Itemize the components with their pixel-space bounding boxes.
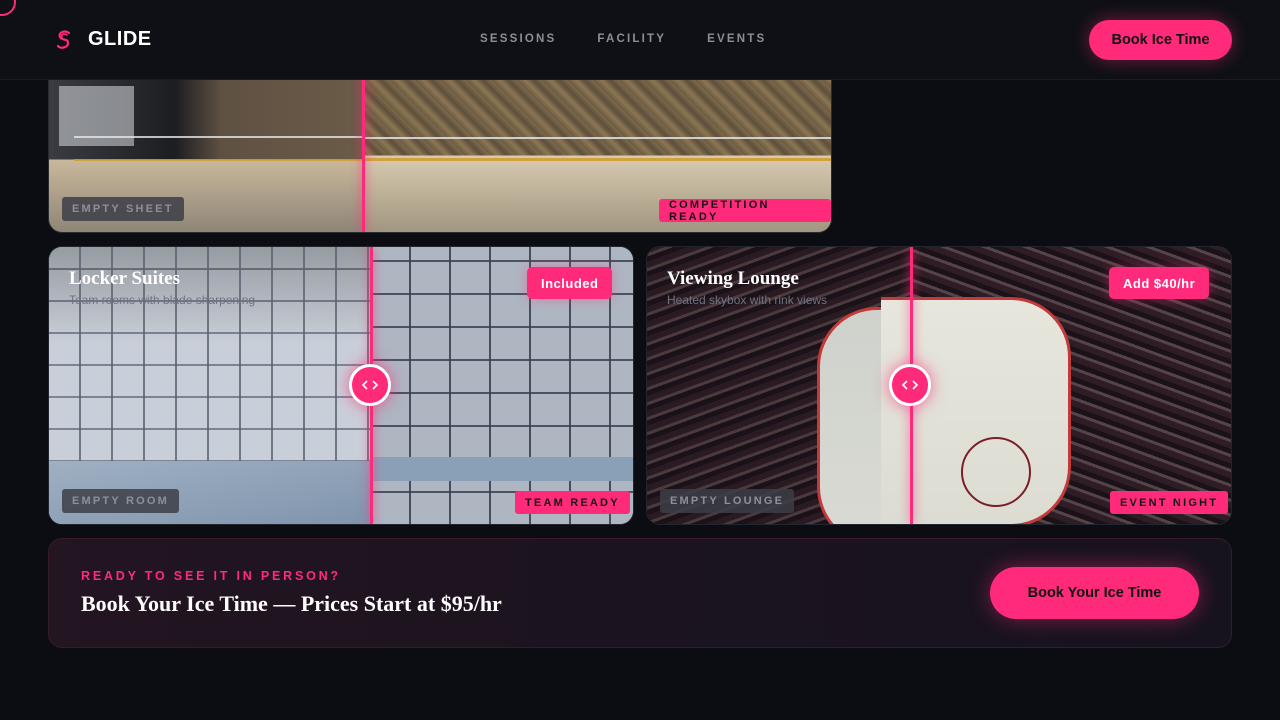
rink-before-tag: EMPTY SHEET <box>62 197 184 221</box>
book-ice-time-button[interactable]: Book Ice Time <box>1089 20 1232 60</box>
glide-logo-icon <box>56 30 71 49</box>
lounge-after-tag: EVENT NIGHT <box>1110 491 1229 514</box>
banner-title: Book Your Ice Time — Prices Start at $95… <box>81 591 502 616</box>
lounge-card-subtitle: Heated skybox with rink views <box>667 293 828 307</box>
lounge-addon-badge: Add $40/hr <box>1109 267 1210 299</box>
locker-included-badge: Included <box>527 267 613 299</box>
nav-link-facility[interactable]: FACILITY <box>597 33 666 45</box>
locker-compare-handle[interactable] <box>349 364 391 406</box>
book-your-ice-time-button[interactable]: Book Your Ice Time <box>990 567 1199 619</box>
rink-boards-after <box>363 137 831 161</box>
locker-card-title: Locker Suites <box>69 268 181 289</box>
booking-cta-banner: READY TO SEE IT IN PERSON? Book Your Ice… <box>48 538 1232 648</box>
locker-compare-card[interactable]: Locker Suites Team rooms with blade shar… <box>48 246 634 525</box>
locker-bench-after <box>371 457 633 481</box>
lounge-card-title: Viewing Lounge <box>667 268 799 289</box>
lounge-before-tag: EMPTY LOUNGE <box>660 489 795 513</box>
top-navbar: GLIDE SESSIONS FACILITY EVENTS Book Ice … <box>0 0 1280 80</box>
rink-after-tag: COMPETITION READY <box>659 199 831 223</box>
lounge-faceoff-circle <box>961 437 1031 507</box>
locker-before-tag: EMPTY ROOM <box>62 489 179 513</box>
lounge-compare-handle[interactable] <box>889 364 931 406</box>
nav-link-events[interactable]: EVENTS <box>707 33 766 45</box>
brand-logo[interactable]: GLIDE <box>55 28 152 51</box>
banner-kicker: READY TO SEE IT IN PERSON? <box>81 569 341 583</box>
nav-link-sessions[interactable]: SESSIONS <box>480 33 556 45</box>
corner-ring-icon <box>0 0 16 16</box>
nav-links: SESSIONS FACILITY EVENTS <box>480 33 807 45</box>
compare-arrows-icon <box>361 380 379 390</box>
locker-card-subtitle: Team rooms with blade sharpening <box>69 293 256 307</box>
rink-boards-before <box>74 136 364 161</box>
brand-name: GLIDE <box>88 28 152 50</box>
lounge-compare-card[interactable]: Viewing Lounge Heated skybox with rink v… <box>646 246 1232 525</box>
compare-arrows-icon <box>901 380 919 390</box>
locker-after-tag: TEAM READY <box>515 491 630 514</box>
